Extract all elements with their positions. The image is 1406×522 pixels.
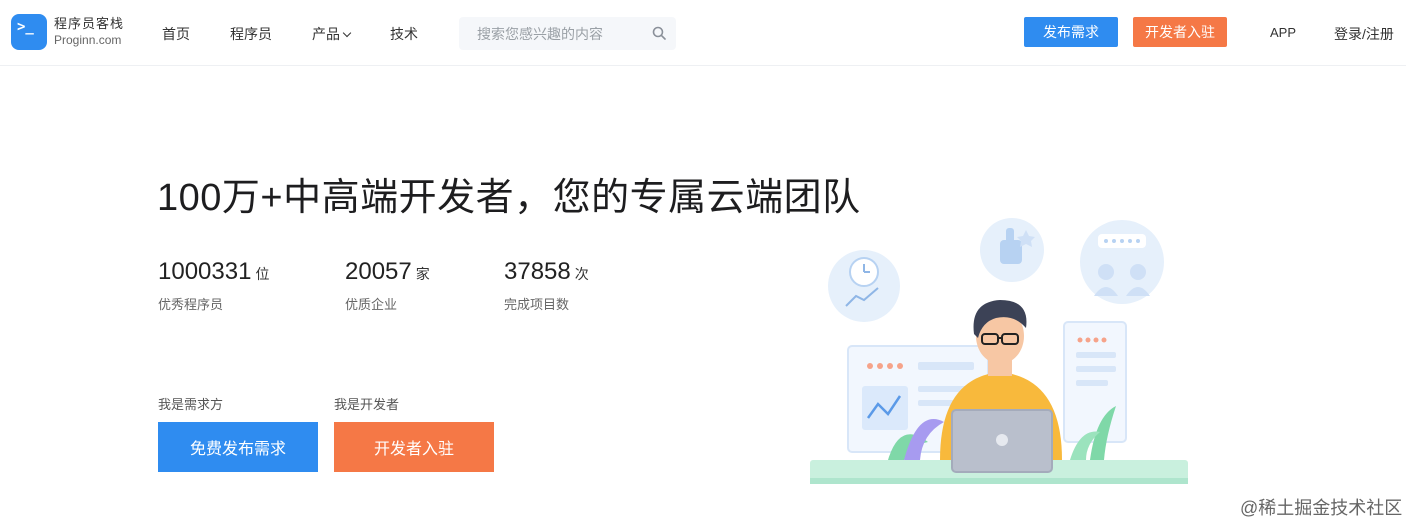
stat-label: 完成项目数 bbox=[504, 297, 570, 312]
stat-label: 优质企业 bbox=[345, 297, 398, 312]
nav-item-products[interactable]: 产品 bbox=[312, 24, 352, 44]
logo-name-cn: 程序员客栈 bbox=[54, 16, 125, 31]
stat-unit: 家 bbox=[415, 266, 430, 282]
free-post-requirement-button[interactable]: 免费发布需求 bbox=[158, 422, 318, 472]
nav-item-tech[interactable]: 技术 bbox=[390, 24, 418, 44]
search-input[interactable] bbox=[459, 17, 639, 50]
nav-item-programmers[interactable]: 程序员 bbox=[230, 24, 272, 44]
thumbs-up-bubble-icon bbox=[980, 218, 1044, 282]
top-navbar: >_ 程序员客栈 Proginn.com 首页 程序员 产品 技术 发布需求 开… bbox=[0, 0, 1406, 66]
nav-item-home[interactable]: 首页 bbox=[162, 24, 190, 44]
clock-bubble-icon bbox=[828, 250, 900, 322]
search-box bbox=[459, 17, 676, 50]
app-link[interactable]: APP bbox=[1270, 25, 1296, 40]
stat-value: 20057 bbox=[345, 258, 412, 285]
logo-text: 程序员客栈 Proginn.com bbox=[54, 16, 125, 48]
developer-illustration bbox=[810, 218, 1188, 484]
terminal-logo-icon: >_ bbox=[11, 14, 47, 50]
hero-headline: 100万+中高端开发者，您的专属云端团队 bbox=[157, 177, 861, 219]
developer-signup-button[interactable]: 开发者入驻 bbox=[334, 422, 494, 472]
reviewers-bubble-icon bbox=[1080, 220, 1164, 304]
nav-item-products-label: 产品 bbox=[312, 26, 340, 42]
site-logo[interactable]: >_ 程序员客栈 Proginn.com bbox=[11, 14, 124, 50]
search-icon[interactable] bbox=[652, 26, 666, 40]
logo-glyph: >_ bbox=[17, 19, 34, 35]
laptop-icon bbox=[951, 409, 1053, 473]
client-role-label: 我是需求方 bbox=[158, 397, 224, 412]
watermark-text: @稀土掘金技术社区 bbox=[1240, 498, 1403, 518]
stat-unit: 次 bbox=[574, 266, 589, 282]
stat-label: 优秀程序员 bbox=[158, 297, 224, 312]
stat-unit: 位 bbox=[255, 266, 270, 282]
post-requirement-button[interactable]: 发布需求 bbox=[1024, 17, 1118, 47]
stat-programmers: 1000331 位 优秀程序员 bbox=[158, 258, 269, 313]
developer-role-label: 我是开发者 bbox=[334, 397, 400, 412]
stat-companies: 20057 家 优质企业 bbox=[345, 258, 430, 313]
stat-projects: 37858 次 完成项目数 bbox=[504, 258, 589, 313]
floor-edge bbox=[810, 478, 1188, 484]
stat-value: 1000331 bbox=[158, 258, 252, 285]
rating-card bbox=[1063, 321, 1127, 443]
logo-name-en: Proginn.com bbox=[54, 33, 122, 47]
developer-join-button[interactable]: 开发者入驻 bbox=[1133, 17, 1227, 47]
stat-value: 37858 bbox=[504, 258, 571, 285]
chevron-down-icon bbox=[342, 28, 352, 38]
login-register-link[interactable]: 登录/注册 bbox=[1334, 24, 1394, 44]
main-nav: 首页 程序员 产品 技术 bbox=[162, 24, 458, 44]
